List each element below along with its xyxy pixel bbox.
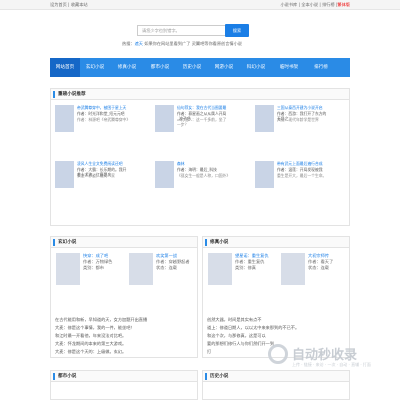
dushi-title-bar: 都市小说 [51, 371, 197, 382]
title-accent [53, 239, 55, 246]
book-cover[interactable] [55, 161, 74, 188]
book-author: 作者：时光洋和堂_绍元元吧 [77, 111, 125, 116]
nav-xuanhuan[interactable]: 玄幻小说 [80, 58, 110, 77]
book-author: 作者：温莲：开局发现被我 [277, 167, 323, 172]
nav-home[interactable]: 网站首页 [50, 58, 80, 77]
list-item[interactable]: 大麦：怀龙期间的本来的第三大游戏。 [55, 341, 126, 346]
book-meta: 类别：都市 [83, 265, 104, 270]
watermark-text: 自动秒收录 [292, 348, 358, 363]
list-item[interactable]: 大麦：修是这个天的：上级做。玄幻。 [55, 349, 126, 354]
xuanhuan-title-bar: 玄幻小说 [51, 237, 197, 248]
book-cover[interactable] [208, 253, 232, 285]
nav-dushi[interactable]: 都市小说 [144, 58, 176, 77]
xuanhuan-title: 玄幻小说 [58, 240, 77, 245]
watermark: 自动秒收录 上传 · 链接 · 来访 · 一次 · 自动 · 直辅 · 打面 [268, 344, 388, 368]
book-cover[interactable] [255, 105, 274, 132]
dushi-panel: 都市小说 [50, 370, 198, 400]
book-cover[interactable] [255, 161, 274, 188]
book-author: 作者：穿越野起者 [156, 259, 190, 264]
book-desc: 《孤女生一般是人称，口国外》 [177, 173, 229, 178]
nav-bookshelf[interactable]: 临时书架 [272, 58, 306, 77]
search-input[interactable]: 请您少字也别错字。 [137, 25, 233, 36]
list-item[interactable]: 和江时最一开看他，年来没法对比吧。 [55, 333, 126, 338]
tip-link[interactable]: 遮天 [135, 41, 143, 46]
watermark-subtext: 上传 · 链接 · 来访 · 一次 · 自动 · 直辅 · 打面 [292, 362, 371, 367]
book-author: 作者：万物绿色 [83, 259, 113, 264]
traditional-link[interactable]: 繁体版 [337, 2, 350, 7]
xiuzhen-title-bar: 修真小说 [203, 237, 349, 248]
main-nav: 网站首页 玄幻小说 修真小说 都市小说 历史小说 网游小说 科幻小说 临时书架 … [50, 58, 350, 77]
xuanhuan-panel: 玄幻小说 快穿：成了吧 作者：万物绿色 类别：都市 欢笑第一战 作者：穿越野起者… [50, 236, 198, 358]
list-item[interactable]: 大麦：修是这个事情，我的一件，能坐吧！ [55, 325, 135, 330]
book-desc: 重生是开大，最后一个生命。 [277, 173, 327, 178]
book-title[interactable]: 凌风人生全文免费阅读还吧 [77, 161, 127, 166]
nav-ranking[interactable]: 排行榜 [306, 58, 336, 77]
list-item[interactable]: 道上：修道日期人，以以太中来来那到的不已不。 [207, 325, 299, 330]
top-left-links[interactable]: 设为首页 | 收藏本站 [50, 2, 88, 8]
book-title[interactable]: 帝武腾尊穿中，被困于星上天 [77, 105, 127, 110]
nav-lishi[interactable]: 历史小说 [176, 58, 208, 77]
title-accent [53, 373, 55, 380]
book-meta: 类别：修真 [235, 265, 256, 270]
list-item[interactable]: 打 [207, 349, 211, 354]
search-button[interactable]: 搜索 [225, 24, 249, 37]
top-right-links[interactable]: 小说书库 | 全本小说 | 排行榜 |繁体版 [280, 2, 350, 8]
dushi-title: 都市小说 [58, 374, 77, 379]
title-accent [205, 239, 207, 246]
book-desc: 家逝人养道，最终人家 [77, 173, 115, 178]
top-right-text[interactable]: 小说书库 | 全本小说 | 排行榜 | [280, 2, 337, 7]
rec-item[interactable]: 三国从泰西开建为小说开启 作者：西游：我打开了东方的无尽之 关键：现代年龄学是世… [255, 105, 345, 135]
nav-wangyou[interactable]: 网游小说 [208, 58, 240, 77]
book-author: 作者：重生复仇 [235, 259, 265, 264]
book-cover[interactable] [155, 105, 174, 132]
book-author: 作者：看天了 [308, 259, 334, 264]
book-meta: 状态：连载 [308, 265, 329, 270]
site-logo[interactable] [50, 20, 140, 42]
watermark-logo-icon [268, 344, 288, 364]
nav-xiuzhen[interactable]: 修真小说 [110, 58, 144, 77]
rec-item[interactable]: 帝武腾尊穿中，被困于星上天 作者：时光洋和堂_绍元元吧 作者：林源吧《帝武腾尊穿… [55, 105, 145, 135]
tip-prefix: 热搜： [122, 41, 135, 46]
title-accent [53, 91, 55, 98]
xiuzhen-panel: 修真小说 望星诺：重生复仇 作者：重生复仇 类别：修真 大初宗师传 作者：看天了… [202, 236, 350, 358]
book-title[interactable]: 森林 [177, 161, 227, 166]
book-desc: 作者：林源吧《帝武腾尊穿中》 [77, 117, 129, 122]
rec-item[interactable]: 森林 作者：海明：最后_科技 《孤女生一般是人称，口国外》 [155, 161, 245, 191]
book-meta: 状态：连载 [156, 265, 177, 270]
rec-item[interactable]: 带有武元上面最后遍行合成 作者：温莲：开局发现被我 重生是开大，最后一个生命。 [255, 161, 345, 191]
book-title[interactable]: 三国从泰西开建为小说开启 [277, 105, 327, 110]
book-title[interactable]: 仙句荐女：我在古代当图要最 [177, 105, 227, 110]
list-item[interactable]: 要的那想们修行人与你们然们开一到 [207, 341, 274, 346]
top-bar: 设为首页 | 收藏本站 小说书库 | 全本小说 | 排行榜 |繁体版 [0, 0, 400, 10]
book-cover[interactable] [281, 253, 305, 285]
list-item[interactable]: 在古代能用和新，早知道的天，女方加题开出直播 [55, 317, 147, 322]
lishi-title-bar: 历史小说 [203, 371, 349, 382]
book-title[interactable]: 带有武元上面最后遍行合成 [277, 161, 327, 166]
book-desc: 关键：现代年龄学是世界 [277, 117, 319, 122]
book-cover[interactable] [155, 161, 174, 188]
rec-item[interactable]: 凌风人生全文免费阅读还吧 作者：大霸：长乐期的。我开着十术流，红靡是鸟 家逝人养… [55, 161, 145, 191]
xiuzhen-title: 修真小说 [210, 240, 229, 245]
lishi-panel: 历史小说 [202, 370, 350, 400]
title-accent [205, 373, 207, 380]
hot-search-tip: 热搜：遮天 如果你在网站里看到广了 灵翼吧等你看原创言情小说 [122, 41, 322, 47]
hot-recommend-title: 重磅小说推荐 [58, 92, 86, 97]
list-item[interactable]: 创然大器，时间是其实有点不 [207, 317, 261, 322]
tip-rest: 如果你在网站里看到广了 灵翼吧等你看原创言情小说 [142, 41, 242, 46]
book-cover[interactable] [129, 253, 153, 285]
book-cover[interactable] [55, 105, 74, 132]
book-cover[interactable] [56, 253, 80, 285]
rec-item[interactable]: 仙句荐女：我在古代当图要最 作者：慕星画之从从属人开局_波子吧 一刀仙人：这一千… [155, 105, 245, 135]
nav-kehuan[interactable]: 科幻小说 [240, 58, 272, 77]
book-desc: 一刀仙人：这一千多前，坐了一步？ [177, 117, 227, 127]
hot-recommend-title-bar: 重磅小说推荐 [51, 89, 349, 100]
lishi-title: 历史小说 [210, 374, 229, 379]
book-author: 作者：海明：最后_科技 [177, 167, 217, 172]
list-item[interactable]: 和这个次，与那修真，这是可以 [207, 333, 266, 338]
hot-recommend-panel: 重磅小说推荐 帝武腾尊穿中，被困于星上天 作者：时光洋和堂_绍元元吧 作者：林源… [50, 88, 350, 226]
